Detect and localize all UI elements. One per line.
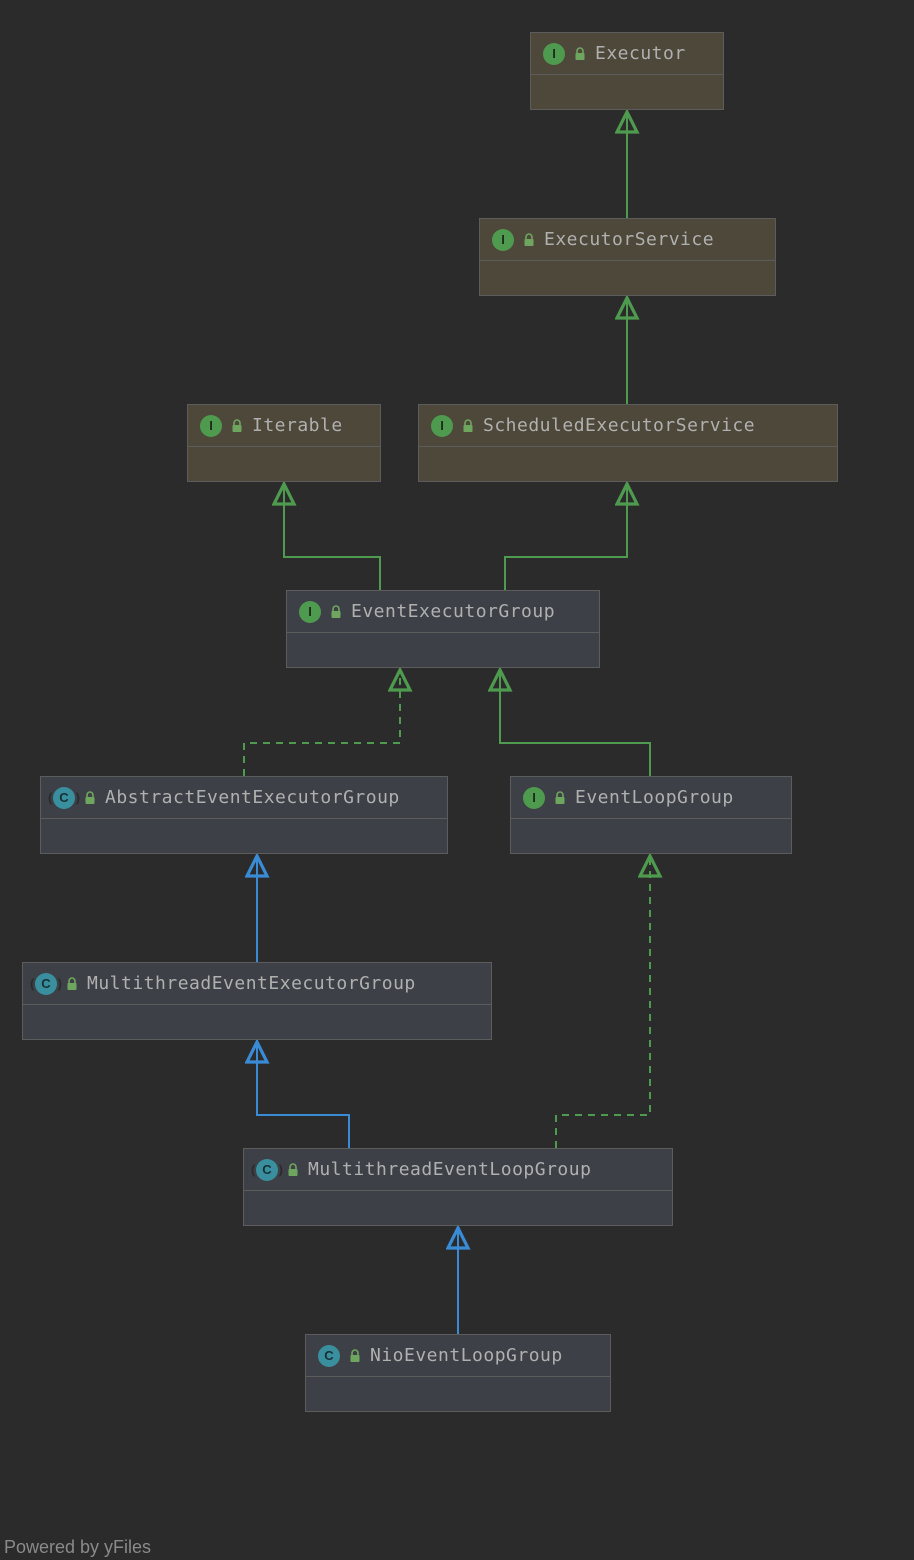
edge-aeeg-eeg bbox=[244, 670, 400, 776]
node-body bbox=[287, 633, 599, 667]
node-header: I ExecutorService bbox=[480, 219, 775, 261]
class-icon: C bbox=[318, 1345, 340, 1367]
lock-icon bbox=[65, 977, 79, 991]
lock-icon bbox=[329, 605, 343, 619]
edge-melg-elg bbox=[556, 856, 650, 1148]
node-title: ScheduledExecutorService bbox=[483, 415, 755, 436]
node-header: I Executor bbox=[531, 33, 723, 75]
node-header: I Iterable bbox=[188, 405, 380, 447]
node-header: I ScheduledExecutorService bbox=[419, 405, 837, 447]
interface-icon: I bbox=[200, 415, 222, 437]
interface-icon: I bbox=[523, 787, 545, 809]
node-multithreadEventExecutorGroup[interactable]: C MultithreadEventExecutorGroup bbox=[22, 962, 492, 1040]
node-body bbox=[188, 447, 380, 481]
node-iterable[interactable]: I Iterable bbox=[187, 404, 381, 482]
node-title: AbstractEventExecutorGroup bbox=[105, 787, 400, 808]
interface-icon: I bbox=[431, 415, 453, 437]
node-header: C NioEventLoopGroup bbox=[306, 1335, 610, 1377]
node-body bbox=[41, 819, 447, 853]
node-title: Iterable bbox=[252, 415, 343, 436]
edge-melg-meeg bbox=[257, 1042, 349, 1148]
node-header: I EventExecutorGroup bbox=[287, 591, 599, 633]
node-title: EventLoopGroup bbox=[575, 787, 734, 808]
node-body bbox=[531, 75, 723, 109]
footer-text: Powered by yFiles bbox=[4, 1537, 151, 1558]
node-abstractEventExecutorGroup[interactable]: C AbstractEventExecutorGroup bbox=[40, 776, 448, 854]
node-nioEventLoopGroup[interactable]: C NioEventLoopGroup bbox=[305, 1334, 611, 1412]
lock-icon bbox=[286, 1163, 300, 1177]
node-header: C AbstractEventExecutorGroup bbox=[41, 777, 447, 819]
lock-icon bbox=[83, 791, 97, 805]
node-title: Executor bbox=[595, 43, 686, 64]
node-eventLoopGroup[interactable]: I EventLoopGroup bbox=[510, 776, 792, 854]
abstract-class-icon: C bbox=[53, 787, 75, 809]
node-body bbox=[23, 1005, 491, 1039]
node-header: C MultithreadEventLoopGroup bbox=[244, 1149, 672, 1191]
lock-icon bbox=[230, 419, 244, 433]
lock-icon bbox=[348, 1349, 362, 1363]
node-title: ExecutorService bbox=[544, 229, 714, 250]
abstract-class-icon: C bbox=[256, 1159, 278, 1181]
node-header: C MultithreadEventExecutorGroup bbox=[23, 963, 491, 1005]
edge-eeg-iterable bbox=[284, 484, 380, 590]
interface-icon: I bbox=[299, 601, 321, 623]
node-title: NioEventLoopGroup bbox=[370, 1345, 563, 1366]
node-body bbox=[419, 447, 837, 481]
node-title: EventExecutorGroup bbox=[351, 601, 555, 622]
node-body bbox=[306, 1377, 610, 1411]
lock-icon bbox=[553, 791, 567, 805]
interface-icon: I bbox=[492, 229, 514, 251]
node-title: MultithreadEventLoopGroup bbox=[308, 1159, 591, 1180]
node-body bbox=[244, 1191, 672, 1225]
interface-icon: I bbox=[543, 43, 565, 65]
node-title: MultithreadEventExecutorGroup bbox=[87, 973, 416, 994]
node-body bbox=[480, 261, 775, 295]
abstract-class-icon: C bbox=[35, 973, 57, 995]
class-diagram: I Executor I ExecutorService I Iterable … bbox=[0, 0, 914, 1560]
lock-icon bbox=[461, 419, 475, 433]
node-multithreadEventLoopGroup[interactable]: C MultithreadEventLoopGroup bbox=[243, 1148, 673, 1226]
lock-icon bbox=[522, 233, 536, 247]
node-body bbox=[511, 819, 791, 853]
edge-eeg-sched bbox=[505, 484, 627, 590]
lock-icon bbox=[573, 47, 587, 61]
node-executorService[interactable]: I ExecutorService bbox=[479, 218, 776, 296]
node-scheduledExecutorService[interactable]: I ScheduledExecutorService bbox=[418, 404, 838, 482]
node-executor[interactable]: I Executor bbox=[530, 32, 724, 110]
edge-elg-eeg bbox=[500, 670, 650, 776]
node-eventExecutorGroup[interactable]: I EventExecutorGroup bbox=[286, 590, 600, 668]
node-header: I EventLoopGroup bbox=[511, 777, 791, 819]
